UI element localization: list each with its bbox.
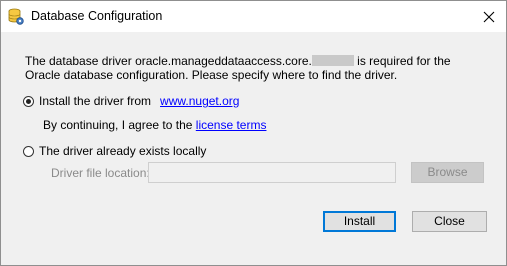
driver-file-location-input[interactable]: [148, 162, 396, 183]
install-driver-option[interactable]: Install the driver from www.nuget.org: [23, 94, 239, 108]
window-title: Database Configuration: [31, 9, 163, 23]
license-terms-link[interactable]: license terms: [196, 118, 267, 132]
local-driver-radio[interactable]: [23, 145, 34, 157]
close-button[interactable]: Close: [412, 211, 487, 232]
database-gear-icon: [8, 8, 24, 25]
install-driver-label: Install the driver from: [39, 94, 152, 108]
browse-button[interactable]: Browse: [411, 162, 484, 183]
close-icon: [483, 11, 495, 22]
database-configuration-dialog: Database Configuration The database driv…: [0, 0, 507, 266]
close-window-button[interactable]: [472, 1, 506, 32]
install-driver-radio[interactable]: [23, 95, 34, 107]
license-consent: By continuing, I agree to the license te…: [43, 118, 266, 132]
driver-file-location-label: Driver file location:: [51, 166, 150, 180]
install-button[interactable]: Install: [323, 211, 396, 232]
title-bar[interactable]: Database Configuration: [1, 1, 506, 32]
local-driver-option[interactable]: The driver already exists locally: [23, 144, 206, 158]
nuget-link[interactable]: www.nuget.org: [160, 94, 239, 108]
local-driver-label: The driver already exists locally: [39, 144, 207, 158]
description-text-before: The database driver oracle.manageddataac…: [25, 54, 312, 68]
driver-description: The database driver oracle.manageddataac…: [25, 54, 485, 82]
redacted-version: [311, 55, 354, 66]
consent-text: By continuing, I agree to the: [43, 118, 193, 132]
